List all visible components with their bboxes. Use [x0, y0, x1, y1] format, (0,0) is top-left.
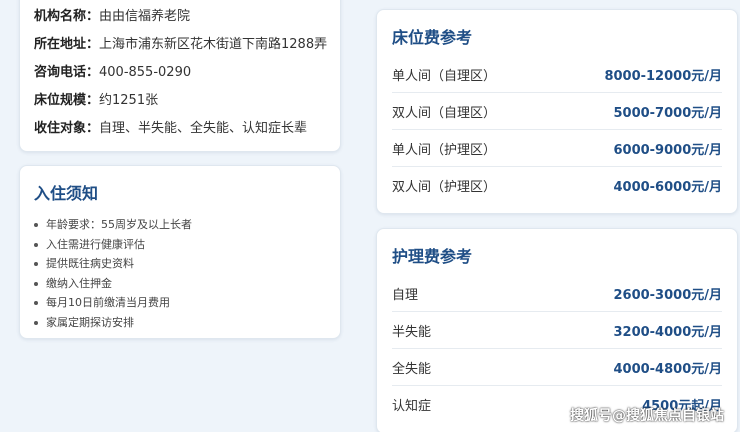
notice-item: 年龄要求：55周岁及以上长者: [34, 215, 340, 235]
info-row-beds: 床位规模：约1251张: [34, 87, 340, 115]
price-row: 单人间（护理区） 6000-9000元/月: [392, 130, 722, 167]
notice-item: 入住需进行健康评估: [34, 235, 340, 255]
care-level: 全失能: [392, 361, 432, 377]
care-price: 2600-3000元/月: [613, 287, 722, 303]
notice-item: 提供既往病史资料: [34, 254, 340, 274]
bullet-icon: [34, 301, 38, 306]
room-type: 单人间（护理区）: [392, 142, 497, 158]
care-level: 半失能: [392, 324, 432, 340]
room-price: 5000-7000元/月: [613, 105, 722, 121]
info-row-target: 收住对象：自理、半失能、全失能、认知症长辈: [34, 115, 340, 143]
info-row-phone: 咨询电话：400-855-0290: [34, 59, 340, 87]
price-row: 自理 2600-3000元/月: [392, 275, 722, 312]
price-row: 半失能 3200-4000元/月: [392, 312, 722, 349]
notice-item: 缴纳入住押金: [34, 274, 340, 294]
price-row: 双人间（自理区） 5000-7000元/月: [392, 93, 722, 130]
notice-item-text: 每月10日前缴清当月费用: [46, 296, 170, 310]
sohu-watermark: 搜狐号@搜狐焦点自银站: [570, 408, 724, 424]
room-type: 双人间（自理区）: [392, 105, 497, 121]
care-fee-card: 护理费参考 自理 2600-3000元/月 半失能 3200-4000元/月 全…: [376, 228, 738, 432]
notice-item-text: 家属定期探访安排: [46, 315, 134, 329]
info-label: 机构名称：: [34, 9, 100, 24]
info-label: 床位规模：: [34, 93, 100, 108]
info-row-address: 所在地址：上海市浦东新区花木街道下南路1288弄: [34, 31, 340, 59]
institution-bed-count: 约1251张: [99, 93, 159, 108]
institution-address: 上海市浦东新区花木街道下南路1288弄: [99, 37, 328, 52]
info-label: 所在地址：: [34, 37, 100, 52]
bullet-icon: [34, 242, 38, 247]
institution-info-card: 机构名称：由由信福养老院 所在地址：上海市浦东新区花木街道下南路1288弄 咨询…: [19, 0, 341, 152]
price-row: 单人间（自理区） 8000-12000元/月: [392, 56, 722, 93]
notice-item: 家属定期探访安排: [34, 313, 340, 333]
institution-name: 由由信福养老院: [99, 9, 191, 24]
info-label: 咨询电话：: [34, 65, 100, 80]
notice-item-text: 缴纳入住押金: [46, 276, 112, 290]
notice-item-text: 入住需进行健康评估: [46, 237, 145, 251]
institution-target-residents: 自理、半失能、全失能、认知症长辈: [99, 121, 308, 136]
room-price: 4000-6000元/月: [613, 180, 722, 195]
info-row-name: 机构名称：由由信福养老院: [34, 3, 340, 31]
bed-fee-title: 床位费参考: [392, 28, 473, 47]
notice-item-text: 年龄要求：55周岁及以上长者: [46, 218, 192, 231]
bullet-icon: [34, 320, 38, 325]
care-fee-title: 护理费参考: [392, 247, 473, 266]
notice-title: 入住须知: [34, 184, 99, 203]
care-level: 自理: [392, 287, 419, 303]
room-price: 8000-12000元/月: [604, 68, 722, 84]
notice-list: 年龄要求：55周岁及以上长者 入住需进行健康评估 提供既往病史资料 缴纳入住押金…: [34, 215, 340, 333]
notice-item-text: 提供既往病史资料: [46, 257, 134, 271]
room-price: 6000-9000元/月: [613, 142, 722, 158]
price-row: 双人间（护理区） 4000-6000元/月: [392, 167, 722, 204]
admission-notice-card: 入住须知 年龄要求：55周岁及以上长者 入住需进行健康评估 提供既往病史资料 缴…: [19, 165, 341, 339]
room-type: 双人间（护理区）: [392, 180, 497, 195]
info-label: 收住对象：: [34, 121, 100, 136]
care-price: 3200-4000元/月: [613, 324, 722, 340]
price-row: 全失能 4000-4800元/月: [392, 349, 722, 386]
bullet-icon: [34, 262, 38, 267]
care-price: 4000-4800元/月: [613, 361, 722, 377]
notice-item: 每月10日前缴清当月费用: [34, 293, 340, 313]
institution-phone: 400-855-0290: [99, 65, 192, 80]
bullet-icon: [34, 281, 38, 286]
room-type: 单人间（自理区）: [392, 68, 497, 84]
bed-fee-card: 床位费参考 单人间（自理区） 8000-12000元/月 双人间（自理区） 50…: [376, 9, 738, 214]
bullet-icon: [34, 223, 38, 227]
care-level: 认知症: [392, 399, 432, 414]
